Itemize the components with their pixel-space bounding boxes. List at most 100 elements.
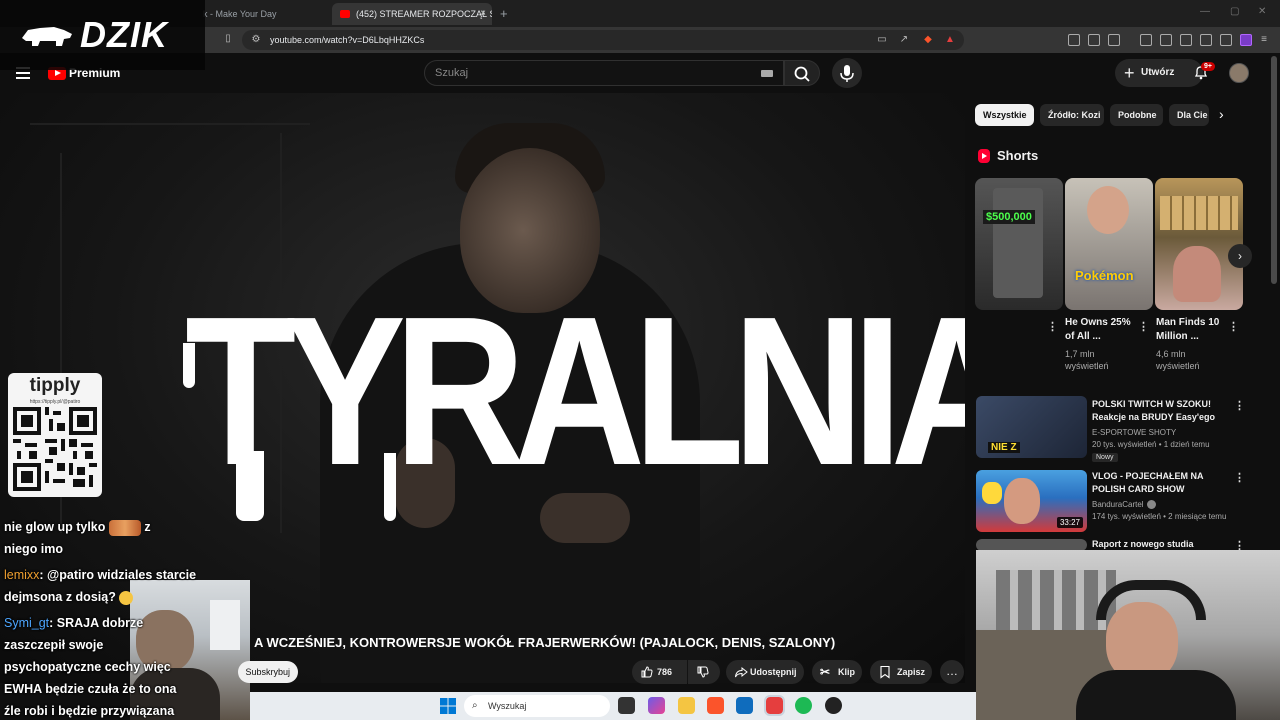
page-scrollbar[interactable] [1271, 56, 1277, 284]
recommendation-menu-icon[interactable]: ⋮ [1234, 399, 1245, 412]
recommendation-title[interactable]: POLSKI TWITCH W SZOKU! Reakcje na BRUDY … [1092, 398, 1232, 424]
verified-icon [1147, 500, 1156, 509]
search-placeholder: Szukaj [435, 67, 469, 79]
profile-extension-icon[interactable] [1240, 34, 1252, 46]
save-label: Zapisz [897, 667, 926, 677]
new-tab-button[interactable]: + [500, 3, 508, 25]
brave-shields-icon[interactable]: ◆ [922, 34, 934, 46]
short-menu-icon[interactable]: ⋮ [1228, 320, 1239, 333]
short-card[interactable]: Pokémon [1065, 178, 1153, 310]
chip-for-you[interactable]: Dla Cie [1169, 104, 1209, 126]
recommendation-meta: 20 tys. wyświetleń • 1 dzień temu [1092, 440, 1210, 449]
paint-drip [236, 451, 264, 521]
copilot-icon[interactable] [648, 697, 665, 714]
site-settings-icon[interactable]: ⚙ [250, 34, 262, 46]
leo-icon[interactable] [1200, 34, 1212, 46]
share-icon [735, 666, 748, 678]
short-title[interactable]: He Owns 25% of All ... [1065, 316, 1135, 344]
search-input[interactable]: Szukaj [424, 60, 784, 86]
windows-start-icon[interactable] [440, 698, 456, 714]
webcam-person-body [1076, 670, 1236, 720]
short-card[interactable]: $500,000 [975, 178, 1063, 310]
wallet-icon[interactable] [1180, 34, 1192, 46]
thumbnail-text: NIE Z [988, 442, 1020, 453]
notifications-badge: 9+ [1201, 62, 1215, 71]
store-icon[interactable] [736, 697, 753, 714]
brave-rewards-icon[interactable]: ▲ [944, 34, 956, 46]
minimize-window-icon[interactable]: — [1200, 6, 1210, 17]
menu-icon[interactable]: ≡ [1258, 34, 1270, 46]
save-button[interactable]: Zapisz [870, 660, 932, 684]
create-button[interactable]: + Utwórz [1115, 59, 1203, 87]
short-card[interactable] [1155, 178, 1243, 310]
boar-icon [22, 27, 72, 46]
voice-search-button[interactable] [832, 58, 862, 88]
close-window-icon[interactable]: ✕ [1258, 6, 1266, 17]
extension-icon[interactable] [1108, 34, 1120, 46]
brave-active-icon[interactable] [764, 695, 785, 716]
clip-button[interactable]: ✂ Klip [812, 660, 862, 684]
keyboard-icon[interactable] [761, 70, 773, 77]
spotify-icon[interactable] [795, 697, 812, 714]
more-actions-button[interactable]: … [940, 660, 964, 684]
share-label: Udostępnij [750, 667, 797, 677]
tipply-logo: tipply [29, 375, 81, 396]
chip-all[interactable]: Wszystkie [975, 104, 1034, 126]
new-badge: Nowy [1092, 453, 1118, 462]
screen: k - Make Your Day (452) STREAMER ROZPOCZ… [0, 0, 1280, 720]
recommendation-thumbnail[interactable]: 33:27 [976, 470, 1087, 532]
tab-close-icon[interactable]: × [480, 3, 486, 25]
recommendation-channel[interactable]: BanduraCartel [1092, 499, 1144, 511]
recommendation-channel[interactable]: E-SPORTOWE SHOTY [1092, 427, 1176, 439]
extension-icon[interactable] [1068, 34, 1080, 46]
tipply-url: https://tipply.pl/@patiro [29, 399, 81, 405]
bookmark-icon[interactable]: ▯ [222, 33, 234, 45]
share-page-icon[interactable]: ↗ [898, 34, 910, 46]
subscribe-button[interactable]: Subskrybuj [238, 661, 298, 683]
task-view-icon[interactable] [618, 697, 635, 714]
search-button[interactable] [784, 60, 820, 86]
chat-username[interactable]: lemixx [4, 568, 39, 582]
tab-make-your-day[interactable]: k - Make Your Day [195, 3, 330, 25]
shorts-scroll-right-chevron-icon[interactable]: › [1228, 244, 1252, 268]
short-menu-icon[interactable]: ⋮ [1047, 320, 1058, 333]
recommendation-menu-icon[interactable]: ⋮ [1234, 471, 1245, 484]
chip-source[interactable]: Źródło: Kozi [1040, 104, 1104, 126]
puzzle-icon[interactable] [1088, 34, 1100, 46]
youtube-favicon-icon [340, 10, 350, 18]
paint-drip [183, 343, 195, 388]
file-explorer-icon[interactable] [678, 697, 695, 714]
cast-icon[interactable]: ▭ [876, 34, 888, 46]
chips-next-chevron-icon[interactable]: › [1219, 106, 1224, 122]
video-overlay-text: TYRALNIA [185, 272, 965, 509]
short-thumbnail-face [1087, 186, 1129, 234]
bookmark-save-icon [880, 665, 890, 679]
short-title[interactable]: Man Finds 10 Million ... [1156, 316, 1226, 344]
chat-emote [108, 519, 141, 536]
brave-browser-icon[interactable] [707, 697, 724, 714]
vpn-icon[interactable] [1220, 34, 1232, 46]
recommendation-title[interactable]: VLOG - POJECHAŁEM NA POLISH CARD SHOW [1092, 470, 1232, 496]
url-text: youtube.com/watch?v=D6LbqHHZKCs [270, 35, 425, 45]
chat-username[interactable]: Symi_gt [4, 616, 49, 630]
share-button[interactable]: Udostępnij [726, 660, 804, 684]
recommendation-meta: 174 tys. wyświetleń • 2 miesiące temu [1092, 512, 1227, 521]
recommendation-thumbnail[interactable]: NIE Z [976, 396, 1087, 458]
taskbar-search-input[interactable]: ⌕ Wyszukaj [464, 695, 610, 717]
sidebar-icon[interactable] [1160, 34, 1172, 46]
maximize-window-icon[interactable]: ▢ [1230, 6, 1239, 17]
dzik-logo: DZIK [0, 0, 205, 70]
dislike-button[interactable] [688, 660, 720, 684]
short-thumbnail-face [1173, 246, 1221, 302]
media-icon[interactable] [1140, 34, 1152, 46]
app-icon[interactable] [825, 697, 842, 714]
tab-streamer-video[interactable]: (452) STREAMER ROZPOCZĄŁ ST × [332, 3, 492, 25]
short-thumbnail-graded-card [993, 188, 1043, 298]
account-avatar[interactable] [1229, 63, 1249, 83]
like-button[interactable]: 786 [632, 660, 687, 684]
tipply-donation-qr: tipply https://tipply.pl/@patiro [8, 373, 102, 497]
short-views: 4,6 mln wyświetleń [1156, 349, 1200, 371]
short-menu-icon[interactable]: ⋮ [1138, 320, 1149, 333]
chip-related[interactable]: Podobne [1110, 104, 1163, 126]
address-bar[interactable]: ⚙ youtube.com/watch?v=D6LbqHHZKCs ▭ ↗ ◆ … [242, 30, 964, 50]
